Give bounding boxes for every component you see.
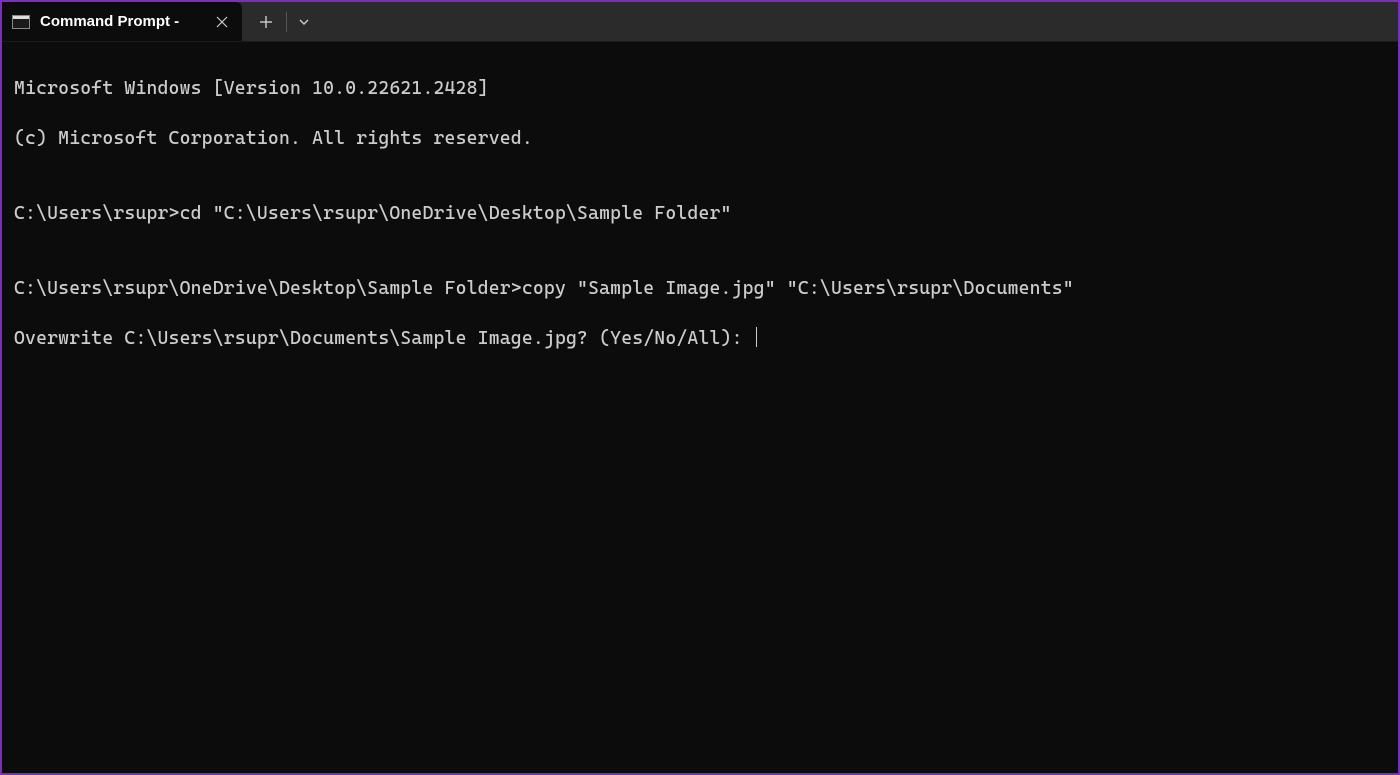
titlebar: Command Prompt -	[2, 2, 1398, 42]
output-line: (c) Microsoft Corporation. All rights re…	[14, 127, 1386, 152]
plus-icon	[259, 15, 273, 29]
close-icon	[216, 16, 228, 28]
tab-title: Command Prompt -	[40, 13, 200, 30]
active-tab[interactable]: Command Prompt -	[2, 2, 242, 41]
tab-dropdown-button[interactable]	[289, 6, 319, 38]
close-tab-button[interactable]	[210, 10, 234, 34]
chevron-down-icon	[298, 18, 310, 26]
cmd-icon	[12, 15, 30, 29]
output-line: Microsoft Windows [Version 10.0.22621.24…	[14, 77, 1386, 102]
prompt-line: Overwrite C:\Users\rsupr\Documents\Sampl…	[14, 327, 1386, 352]
divider	[286, 12, 287, 32]
terminal-output[interactable]: Microsoft Windows [Version 10.0.22621.24…	[2, 42, 1398, 773]
titlebar-controls	[242, 2, 319, 41]
prompt-text: Overwrite C:\Users\rsupr\Documents\Sampl…	[14, 328, 754, 349]
cursor	[756, 327, 758, 347]
output-line: C:\Users\rsupr\OneDrive\Desktop\Sample F…	[14, 277, 1386, 302]
output-line: C:\Users\rsupr>cd "C:\Users\rsupr\OneDri…	[14, 202, 1386, 227]
new-tab-button[interactable]	[248, 6, 284, 38]
